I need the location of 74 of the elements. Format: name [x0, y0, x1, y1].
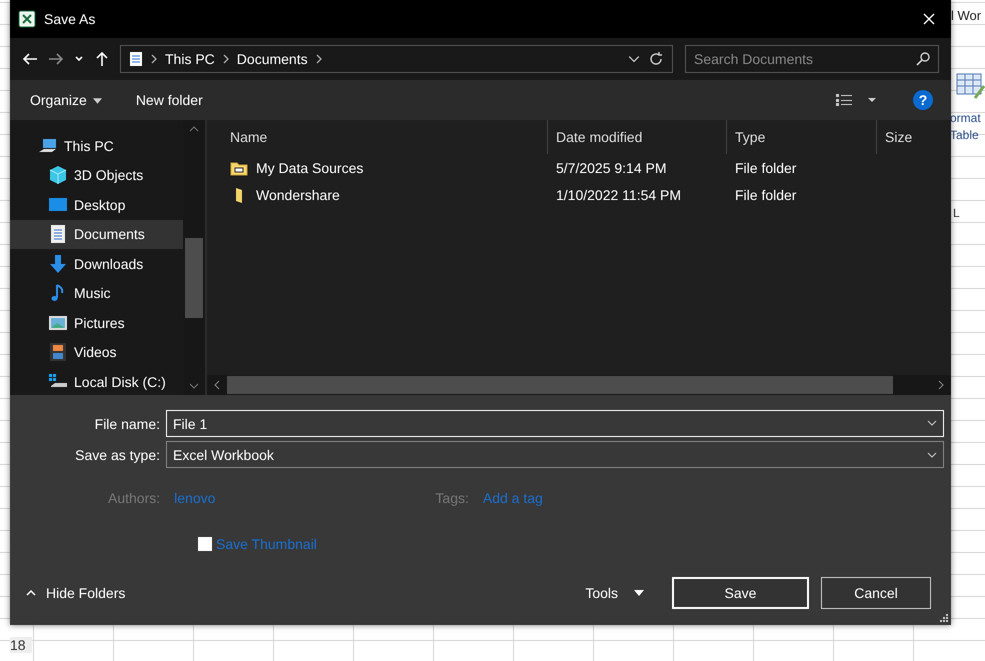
resize-grip-icon[interactable] [938, 612, 948, 622]
chevron-left-icon[interactable] [214, 380, 220, 390]
breadcrumb-item[interactable]: This PC [165, 51, 215, 67]
sidebar-item[interactable]: This PC [10, 131, 183, 160]
tools-button[interactable]: Tools [579, 584, 650, 602]
sidebar-item[interactable]: Desktop [10, 190, 183, 220]
checkbox[interactable] [198, 537, 212, 551]
sidebar-item[interactable]: Music [10, 278, 183, 308]
toolbar-button[interactable]: New folder [126, 88, 213, 112]
date-cell-text: 5/7/2025 9:14 PM [555, 160, 668, 176]
chevron-right-icon[interactable] [222, 54, 229, 64]
scrollbar-thumb[interactable] [227, 376, 893, 394]
sidebar-item[interactable]: Documents [10, 220, 183, 249]
chevron-up-icon[interactable] [189, 126, 199, 132]
refresh-icon[interactable] [648, 51, 664, 67]
cube-icon [48, 165, 68, 186]
excel-title-text: l Wor [951, 8, 982, 23]
chevron-right-icon[interactable] [938, 380, 944, 390]
sidebar-item[interactable]: Pictures [10, 308, 183, 338]
chevron-down-icon[interactable] [74, 54, 84, 64]
row-header: 18 [10, 637, 32, 653]
file-row[interactable]: Wondershare 1/10/2022 11:54 PM File folder [207, 181, 951, 208]
file-name-field[interactable]: File 1 [166, 410, 944, 437]
sidebar-item[interactable]: Local Disk (C:) [10, 367, 183, 395]
document-icon [129, 51, 143, 67]
view-list-icon[interactable] [835, 93, 853, 107]
hide-folders-button[interactable]: Hide Folders [20, 584, 132, 602]
type-cell-text: File folder [734, 186, 798, 202]
help-button[interactable]: ? [913, 90, 933, 110]
folder-icon [230, 160, 248, 176]
window-title: Save As [44, 11, 96, 27]
up-arrow-icon[interactable] [94, 51, 110, 67]
close-icon [923, 13, 935, 25]
scrollbar-thumb[interactable] [185, 238, 203, 318]
chevron-right-icon[interactable] [151, 54, 157, 64]
column-header[interactable]: Name [207, 120, 548, 154]
column-header[interactable]: Type [727, 120, 877, 154]
caret-icon [634, 590, 644, 596]
date-cell-text: 1/10/2022 11:54 PM [555, 186, 682, 202]
sidebar-item[interactable]: Videos [10, 338, 183, 367]
back-arrow-icon[interactable] [22, 51, 38, 67]
toolbar-button[interactable]: Organize [20, 88, 112, 112]
chevron-right-icon[interactable] [316, 54, 322, 64]
breadcrumb-item[interactable]: Documents [236, 51, 308, 67]
spreadsheet-app-icon [18, 10, 36, 28]
chevron-down-icon [927, 450, 937, 460]
save-as-type-label: Save as type: [74, 446, 160, 462]
file-name: Wondershare [256, 186, 340, 202]
caret-icon[interactable] [867, 95, 877, 105]
ribbon-label[interactable]: ormat Table [950, 110, 981, 144]
document-icon [48, 224, 68, 244]
column-header[interactable]: Size [877, 120, 951, 154]
file-name-label: File name: [94, 416, 160, 432]
search-field[interactable]: Search Documents [685, 45, 939, 73]
forward-arrow-icon[interactable] [48, 51, 64, 67]
dialog-button[interactable]: Save [672, 577, 809, 609]
sidebar-item[interactable]: Downloads [10, 249, 183, 278]
horizontal-scrollbar[interactable] [207, 375, 951, 395]
address-bar[interactable]: This PC Documents [120, 45, 673, 73]
down-arrow-icon [48, 254, 68, 274]
chevron-down-icon[interactable] [927, 418, 937, 428]
chevron-up-icon [26, 589, 36, 597]
sidebar-item[interactable]: 3D Objects [10, 160, 183, 190]
film-strip-icon [48, 342, 68, 362]
type-cell-text: File folder [734, 160, 798, 176]
file-name: My Data Sources [256, 160, 364, 176]
file-row[interactable]: My Data Sources 5/7/2025 9:14 PM File folder [207, 154, 951, 181]
dialog-button[interactable]: Cancel [821, 577, 931, 609]
file-type-dropdown[interactable]: Excel Workbook [166, 441, 944, 468]
authors-label: Authors: [108, 490, 160, 506]
column-header[interactable]: Date modified [548, 120, 727, 154]
column-header: L [953, 206, 960, 220]
search-icon [915, 51, 931, 67]
tags-label: Tags: [435, 490, 469, 506]
